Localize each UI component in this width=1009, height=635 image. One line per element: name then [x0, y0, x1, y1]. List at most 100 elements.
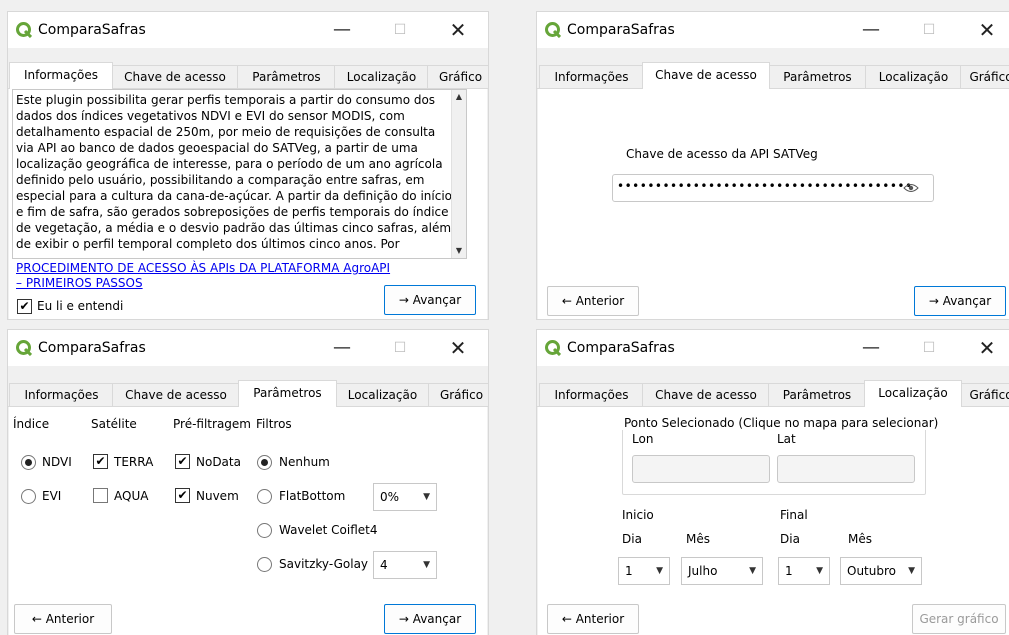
- radio-wavelet[interactable]: [257, 523, 272, 538]
- title-bar[interactable]: ComparaSafras — ☐ ✕: [8, 12, 488, 48]
- maximize-icon[interactable]: ☐: [919, 338, 939, 358]
- window-chave-acesso: ComparaSafras — ☐ ✕ Informações Chave de…: [537, 12, 1009, 319]
- tab-panel: Ponto Selecionado (Clique no mapa para s…: [538, 407, 1009, 635]
- close-icon[interactable]: ✕: [977, 338, 997, 358]
- tab-grafico[interactable]: Gráfico: [960, 65, 1009, 88]
- inicio-dia-select[interactable]: 1 ▼: [618, 557, 670, 585]
- tab-bar: Informações Chave de acesso Parâmetros L…: [8, 62, 488, 89]
- tab-parametros[interactable]: Parâmetros: [768, 65, 867, 88]
- window-title: ComparaSafras: [567, 340, 675, 356]
- prefiltragem-header: Pré-filtragem: [173, 417, 251, 431]
- tab-chave-acesso[interactable]: Chave de acesso: [642, 62, 770, 89]
- lat-field[interactable]: [777, 455, 915, 483]
- tab-grafico[interactable]: Gráfico: [960, 383, 1009, 406]
- checkbox-nuvem[interactable]: ✔: [175, 488, 190, 503]
- window-parametros: ComparaSafras — ☐ ✕ Informações Chave de…: [8, 330, 488, 635]
- previous-button[interactable]: ← Anterior: [14, 604, 112, 634]
- maximize-icon[interactable]: ☐: [390, 20, 410, 40]
- chevron-down-icon: ▼: [749, 566, 756, 576]
- tab-parametros[interactable]: Parâmetros: [768, 383, 866, 406]
- radio-flatbottom[interactable]: [257, 489, 272, 504]
- scroll-up-icon[interactable]: ▲: [452, 90, 466, 104]
- inicio-dia-value: 1: [625, 564, 633, 578]
- minimize-icon[interactable]: —: [861, 20, 881, 40]
- qgis-icon: [16, 340, 32, 356]
- radio-evi-label: EVI: [42, 489, 62, 503]
- tab-localizacao[interactable]: Localização: [865, 65, 962, 88]
- close-icon[interactable]: ✕: [977, 20, 997, 40]
- minimize-icon[interactable]: —: [332, 20, 352, 40]
- next-button[interactable]: → Avançar: [384, 604, 476, 634]
- radio-evi[interactable]: [21, 489, 36, 504]
- agroapi-link-line2[interactable]: – PRIMEIROS PASSOS: [16, 276, 143, 290]
- checkbox-terra[interactable]: ✔: [93, 454, 108, 469]
- tab-panel: Índice Satélite Pré-filtragem Filtros ND…: [9, 407, 487, 635]
- checkbox-nodata[interactable]: ✔: [175, 454, 190, 469]
- previous-button[interactable]: ← Anterior: [547, 604, 639, 634]
- api-key-input[interactable]: •••••••••••••••••••••••••••••••••••••••: [612, 174, 934, 202]
- tab-informacoes[interactable]: Informações: [9, 383, 114, 406]
- eye-icon[interactable]: [903, 183, 919, 193]
- info-text: Este plugin possibilita gerar perfis tem…: [16, 93, 453, 251]
- radio-savitzky[interactable]: [257, 557, 272, 572]
- checkbox-nodata-label: NoData: [196, 455, 241, 469]
- flatbottom-select[interactable]: 0% ▼: [373, 483, 437, 511]
- tab-localizacao[interactable]: Localização: [864, 380, 962, 407]
- inicio-dia-label: Dia: [622, 532, 642, 546]
- chevron-down-icon: ▼: [908, 566, 915, 576]
- inicio-mes-value: Julho: [688, 564, 718, 578]
- read-checkbox[interactable]: ✔: [17, 299, 32, 314]
- lon-field[interactable]: [632, 455, 770, 483]
- final-mes-select[interactable]: Outubro ▼: [840, 557, 922, 585]
- radio-wavelet-label: Wavelet Coiflet4: [279, 523, 378, 537]
- tab-informacoes[interactable]: Informações: [539, 383, 644, 406]
- final-dia-label: Dia: [780, 532, 800, 546]
- flatbottom-select-value: 0%: [380, 490, 400, 504]
- generate-chart-button[interactable]: Gerar gráfico: [912, 604, 1006, 634]
- textarea-scrollbar[interactable]: ▲ ▼: [451, 90, 466, 258]
- title-bar[interactable]: ComparaSafras — ☐ ✕: [8, 330, 488, 366]
- tab-chave-acesso[interactable]: Chave de acesso: [111, 65, 239, 88]
- close-icon[interactable]: ✕: [448, 20, 468, 40]
- radio-nenhum[interactable]: [257, 455, 272, 470]
- savitzky-select[interactable]: 4 ▼: [373, 551, 437, 579]
- final-mes-value: Outubro: [847, 564, 896, 578]
- info-textarea[interactable]: Este plugin possibilita gerar perfis tem…: [12, 89, 467, 259]
- filtros-header: Filtros: [256, 417, 292, 431]
- close-icon[interactable]: ✕: [448, 338, 468, 358]
- maximize-icon[interactable]: ☐: [390, 338, 410, 358]
- title-bar[interactable]: ComparaSafras — ☐ ✕: [537, 330, 1009, 366]
- inicio-label: Inicio: [622, 508, 654, 522]
- tab-grafico[interactable]: Gráfico: [428, 383, 488, 406]
- final-dia-select[interactable]: 1 ▼: [778, 557, 830, 585]
- chevron-down-icon: ▼: [423, 560, 430, 570]
- api-key-label: Chave de acesso da API SATVeg: [626, 147, 818, 161]
- checkbox-aqua[interactable]: [93, 488, 108, 503]
- minimize-icon[interactable]: —: [332, 338, 352, 358]
- tab-panel: Chave de acesso da API SATVeg ••••••••••…: [538, 89, 1009, 319]
- scroll-down-icon[interactable]: ▼: [452, 244, 466, 258]
- window-informacoes: ComparaSafras — ☐ ✕ Informações Chave de…: [8, 12, 488, 319]
- minimize-icon[interactable]: —: [861, 338, 881, 358]
- tab-localizacao[interactable]: Localização: [335, 383, 430, 406]
- previous-button[interactable]: ← Anterior: [547, 286, 639, 316]
- tab-grafico[interactable]: Gráfico: [427, 65, 488, 88]
- next-button[interactable]: → Avançar: [384, 285, 476, 315]
- title-bar[interactable]: ComparaSafras — ☐ ✕: [537, 12, 1009, 48]
- window-title: ComparaSafras: [38, 22, 146, 38]
- tab-localizacao[interactable]: Localização: [334, 65, 429, 88]
- next-button[interactable]: → Avançar: [914, 286, 1006, 316]
- chevron-down-icon: ▼: [656, 566, 663, 576]
- radio-ndvi-label: NDVI: [42, 455, 72, 469]
- tab-parametros[interactable]: Parâmetros: [237, 65, 336, 88]
- tab-chave-acesso[interactable]: Chave de acesso: [112, 383, 240, 406]
- maximize-icon[interactable]: ☐: [919, 20, 939, 40]
- radio-nenhum-label: Nenhum: [279, 455, 330, 469]
- inicio-mes-select[interactable]: Julho ▼: [681, 557, 763, 585]
- tab-parametros[interactable]: Parâmetros: [238, 380, 337, 407]
- tab-chave-acesso[interactable]: Chave de acesso: [642, 383, 770, 406]
- tab-informacoes[interactable]: Informações: [9, 62, 113, 89]
- radio-ndvi[interactable]: [21, 455, 36, 470]
- agroapi-link[interactable]: PROCEDIMENTO DE ACESSO ÀS APIs DA PLATAF…: [16, 261, 390, 275]
- tab-informacoes[interactable]: Informações: [539, 65, 644, 88]
